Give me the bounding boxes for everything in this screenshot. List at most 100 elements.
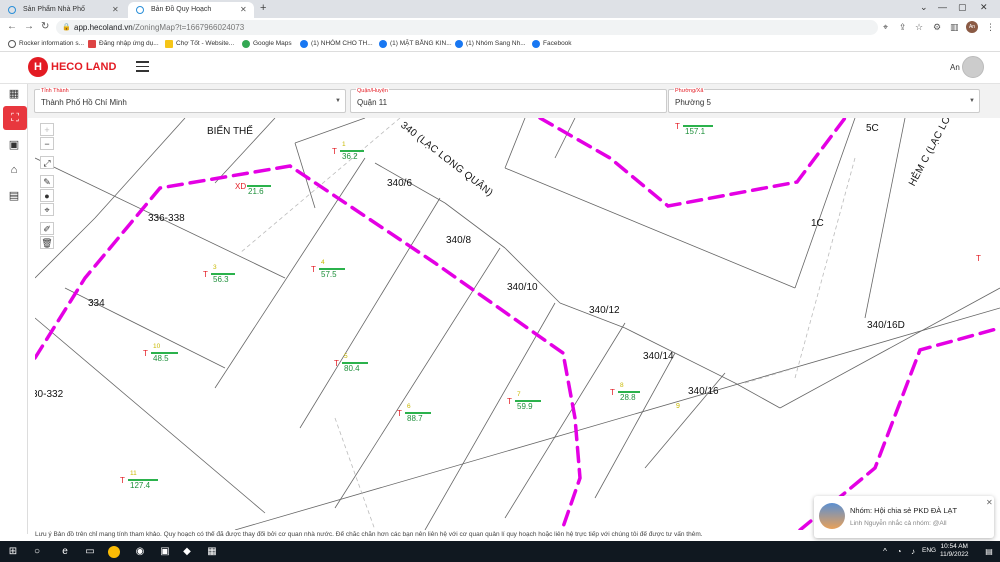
province-select[interactable]: Tỉnh Thành Thành Phố Hồ Chí Minh ▼ — [34, 88, 346, 113]
hamburger-menu-icon[interactable] — [136, 61, 149, 72]
trash-icon[interactable]: 🗑 — [40, 236, 54, 249]
browser-tab-active[interactable]: Bản Đồ Quy Hoạch ✕ — [128, 2, 254, 18]
bookmark-item[interactable]: Facebook — [532, 40, 572, 48]
edit-icon[interactable]: ✐ — [40, 222, 54, 235]
browser-tab[interactable]: Sản Phẩm Nhà Phố ✕ — [0, 2, 126, 18]
bookmark-item[interactable]: (1) MẶT BẰNG KIN... — [379, 40, 452, 48]
bookmarks-bar: Rocker information s... Đăng nhập ứng dụ… — [0, 37, 1000, 52]
group-avatar — [819, 503, 845, 529]
document-icon[interactable]: ▤ — [6, 188, 22, 204]
plot-tag[interactable]: T 1 36.2 — [332, 141, 366, 167]
plot-tag[interactable]: T 3 56.3 — [203, 264, 237, 290]
network-icon[interactable]: ◔ — [892, 545, 906, 559]
app-icon[interactable]: ▦ — [205, 545, 219, 559]
url-input[interactable]: 🔒 app.hecoland.vn/ZoningMap?t=1667966024… — [56, 20, 878, 35]
tab-title: Sản Phẩm Nhà Phố — [23, 6, 85, 13]
bookmark-label: Rocker information s... — [19, 40, 85, 47]
bookmark-item[interactable]: Chợ Tốt - Website... — [165, 40, 234, 48]
back-icon[interactable]: ← — [7, 21, 17, 32]
maximize-icon[interactable]: ▢ — [958, 2, 967, 13]
layers-icon[interactable]: ▦ — [6, 86, 22, 102]
chrome-icon[interactable] — [108, 546, 120, 558]
bookmark-label: (1) NHÓM CHO TH... — [311, 40, 373, 47]
app-icon[interactable]: ◆ — [180, 545, 194, 559]
plot-tag[interactable]: T 4 57.5 — [311, 259, 345, 285]
reload-icon[interactable]: ↻ — [41, 21, 49, 32]
house-gear-icon[interactable]: ⌂ — [6, 162, 22, 178]
fullscreen-icon[interactable]: ⤢ — [40, 156, 54, 169]
chevron-down-icon: ▼ — [335, 98, 341, 104]
windows-taskbar: ⊞ ○ e ▭ ◉ ▣ ◆ ▦ ^ ◔ ♪ ENG 10:54 AM 11/9/… — [0, 541, 1000, 562]
zoning-map[interactable]: BIẾN THẾ 340 (LẠC LONG QUÂN) HẺM C (LẠC … — [35, 118, 1000, 530]
app-icon[interactable]: ▣ — [158, 545, 172, 559]
draw-line-icon[interactable]: ✎ — [40, 175, 54, 188]
clock[interactable]: 10:54 AM 11/9/2022 — [940, 543, 968, 559]
bookmark-item[interactable]: Google Maps — [242, 40, 292, 48]
bookmark-item[interactable]: (1) Nhóm Sang Nh... — [455, 40, 526, 48]
close-icon[interactable]: ✕ — [240, 5, 247, 14]
plot-tag[interactable]: T 8 28.8 — [610, 382, 644, 408]
district-select[interactable]: Quận/Huyện Quận 11 — [350, 88, 667, 113]
logo-mark: H — [28, 57, 48, 77]
notification-popup[interactable]: Nhóm: Hội chia sẻ PKD ĐÀ LẠT Linh Nguyễn… — [814, 496, 994, 538]
address-bar-row: ← → ↻ 🔒 app.hecoland.vn/ZoningMap?t=1667… — [0, 18, 1000, 37]
extensions-icon[interactable]: ⚙ — [933, 22, 941, 33]
forward-icon[interactable]: → — [24, 21, 34, 32]
plot-tag[interactable]: T 10 48.5 — [143, 343, 178, 369]
avatar[interactable] — [962, 56, 984, 78]
plot-type: T — [507, 397, 512, 406]
file-explorer-icon[interactable]: ▭ — [83, 545, 97, 559]
menu-icon[interactable]: ⋮ — [986, 22, 995, 33]
plot-tag[interactable]: T 6 88.7 — [397, 403, 431, 429]
zoom-out-button[interactable]: − — [40, 137, 54, 150]
plot-type: T — [311, 265, 316, 274]
close-icon[interactable]: ✕ — [112, 5, 119, 14]
plot-type: T — [203, 270, 208, 279]
ward-select[interactable]: Phường/Xã Phường 5 ▼ — [668, 88, 980, 113]
bookmark-item[interactable]: Rocker information s... — [8, 40, 85, 48]
plot-tag[interactable]: T 5 80.4 — [334, 353, 368, 379]
search-icon[interactable]: ○ — [30, 545, 44, 559]
windows-start-icon[interactable]: ⊞ — [6, 545, 20, 559]
province-value: Thành Phố Hồ Chí Minh — [41, 98, 127, 107]
draw-point-icon[interactable]: ● — [40, 189, 54, 202]
logo[interactable]: H HECO LAND — [28, 57, 116, 79]
notification-center-icon[interactable]: ▤ — [982, 545, 996, 559]
app-header: H HECO LAND An — [0, 53, 1000, 84]
clock-time: 10:54 AM — [940, 543, 968, 550]
plot-tag[interactable]: T 11 127.4 — [120, 470, 158, 496]
url-host: app.hecoland.vn — [74, 23, 133, 32]
window-close-icon[interactable]: ✕ — [980, 2, 988, 13]
bookmark-label: Đăng nhập ứng dụ... — [99, 40, 159, 47]
bookmark-item[interactable]: Đăng nhập ứng dụ... — [88, 40, 159, 48]
profile-avatar[interactable]: An — [966, 21, 978, 33]
app-icon[interactable]: ◉ — [133, 545, 147, 559]
plot-code: 10 — [153, 343, 161, 350]
lock-icon[interactable]: 🔒 — [62, 23, 71, 31]
parcel-label: 340/16D — [867, 320, 905, 331]
plot-tag[interactable]: XD 21.6 — [235, 180, 271, 202]
location-icon[interactable]: ⌖ — [883, 22, 888, 33]
plot-tag[interactable]: T 157.1 — [675, 120, 713, 142]
bookmark-item[interactable]: (1) NHÓM CHO TH... — [300, 40, 373, 48]
star-icon[interactable]: ☆ — [915, 22, 923, 33]
notification-title: Nhóm: Hội chia sẻ PKD ĐÀ LẠT — [850, 506, 958, 515]
package-icon[interactable]: ▣ — [6, 137, 22, 153]
chevron-down-icon[interactable]: ⌄ — [920, 2, 928, 13]
minimize-icon[interactable]: — — [938, 2, 947, 12]
tray-chevron-icon[interactable]: ^ — [878, 545, 892, 559]
share-icon[interactable]: ⇪ — [899, 22, 907, 33]
zoom-in-button[interactable]: + — [40, 123, 54, 136]
edge-icon[interactable]: e — [58, 545, 72, 559]
sidepanel-icon[interactable]: ▥ — [950, 22, 959, 33]
marker-icon[interactable]: ⌖ — [40, 203, 54, 216]
close-icon[interactable]: ✕ — [986, 498, 993, 507]
volume-icon[interactable]: ♪ — [906, 545, 920, 559]
language-indicator[interactable]: ENG — [922, 547, 936, 554]
plot-area: 127.4 — [130, 481, 151, 490]
plot-tag[interactable]: T 7 59.9 — [507, 391, 541, 417]
parcel-label: 340/8 — [446, 235, 472, 246]
map-icon[interactable]: ⛶ — [3, 106, 27, 130]
new-tab-icon[interactable]: + — [260, 2, 266, 14]
plot-type: T — [334, 359, 339, 368]
